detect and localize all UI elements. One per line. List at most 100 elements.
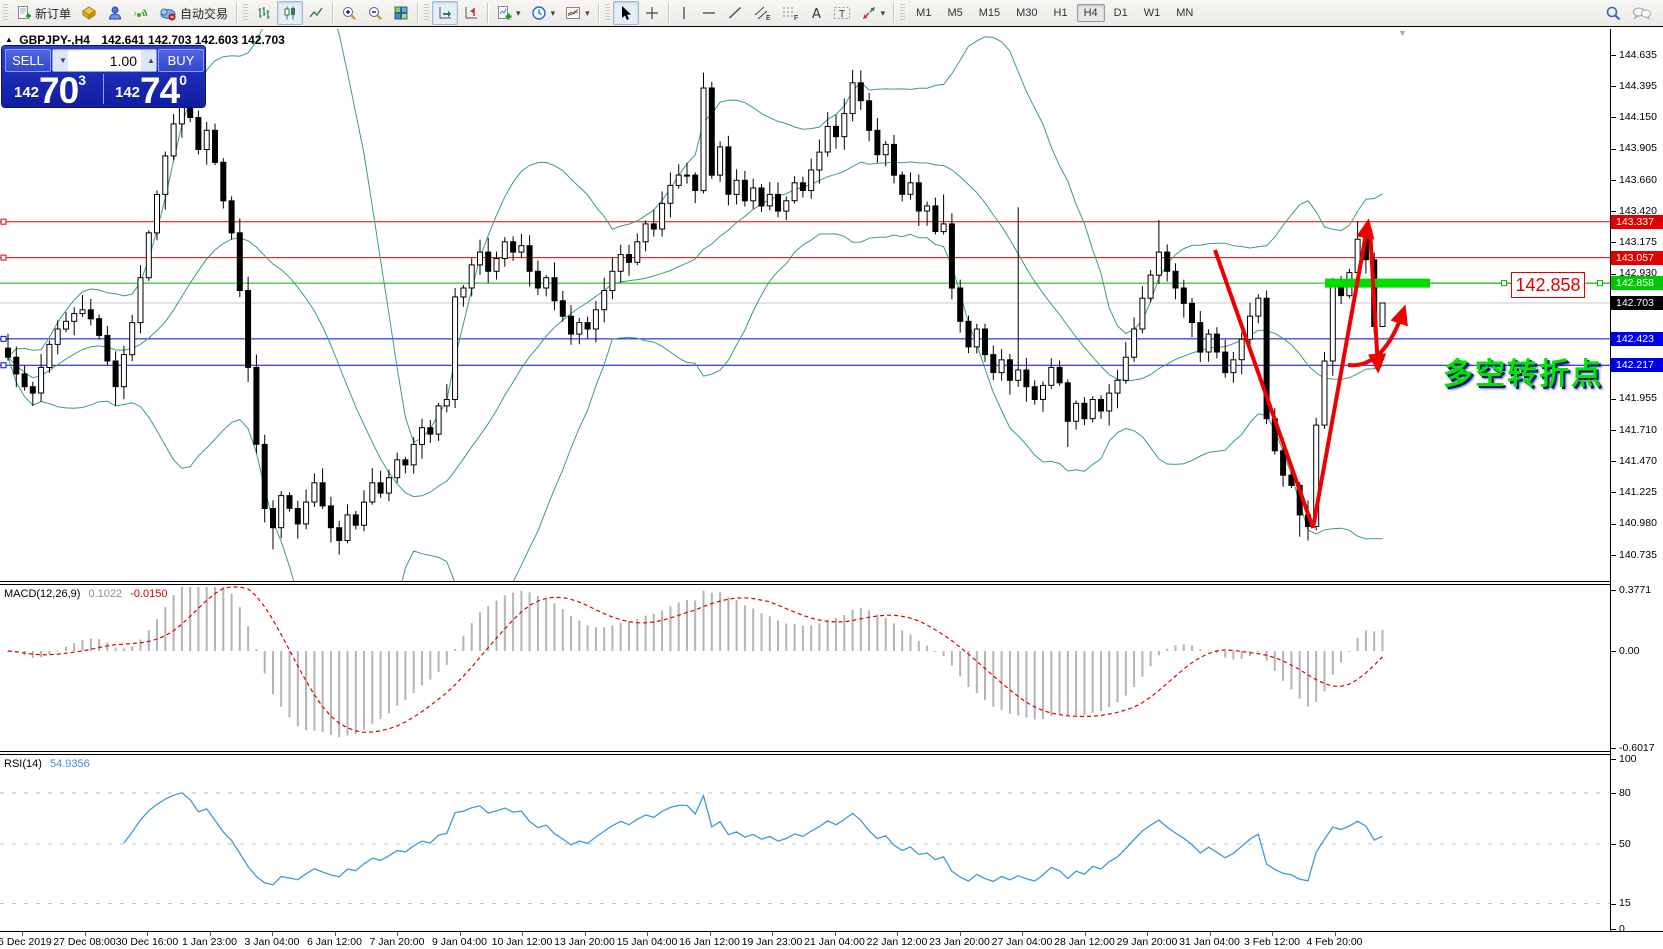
time-axis[interactable]: 26 Dec 201927 Dec 08:0030 Dec 16:001 Jan…	[0, 932, 1663, 949]
macd-histogram-bar	[1382, 630, 1384, 651]
trendline-button[interactable]	[722, 1, 748, 25]
line-handle[interactable]	[1502, 281, 1507, 286]
crosshair-button[interactable]	[639, 1, 665, 25]
rsi-name: RSI(14)	[4, 758, 42, 770]
sell-button[interactable]: SELL	[5, 49, 51, 72]
candle	[328, 506, 333, 528]
axis-tick-mark	[1611, 399, 1616, 400]
text-label-button[interactable]: T	[828, 1, 856, 25]
channel-button[interactable]: E	[748, 1, 776, 25]
main-price-panel[interactable]	[0, 29, 1610, 581]
candle	[1065, 383, 1070, 422]
macd-histogram-bar	[1092, 651, 1094, 713]
chart-candles-button[interactable]	[277, 1, 303, 25]
axis-tick-mark	[1611, 524, 1616, 525]
price-level-tag: 142.858	[1611, 276, 1663, 290]
zoom-in-icon	[341, 5, 357, 21]
buy-price[interactable]: 142740	[115, 70, 187, 112]
tile-windows-button[interactable]	[388, 1, 414, 25]
macd-histogram-bar	[404, 651, 406, 700]
candle	[113, 361, 118, 387]
new-order-icon	[16, 5, 32, 21]
candle	[527, 246, 532, 272]
annotation-text-cn[interactable]: 多空转折点	[1443, 349, 1603, 393]
volume-down-button[interactable]: ▼	[53, 50, 68, 71]
toolbar-grip[interactable]	[3, 4, 8, 22]
candle	[1107, 393, 1112, 411]
cursor-button[interactable]	[613, 1, 639, 25]
macd-histogram-bar	[703, 591, 705, 651]
candle	[1165, 252, 1170, 271]
trend-arrow[interactable]	[1215, 250, 1313, 528]
buy-button[interactable]: BUY	[158, 49, 204, 72]
volume-input[interactable]	[68, 50, 141, 71]
fibonacci-button[interactable]: F	[776, 1, 804, 25]
new-order-button[interactable]: 新订单	[11, 1, 76, 25]
sell-price[interactable]: 142703	[14, 70, 86, 112]
macd-panel[interactable]	[0, 585, 1610, 751]
volume-box: ▼ ▲	[52, 49, 157, 72]
macd-histogram-bar	[247, 626, 249, 651]
vline-button[interactable]	[672, 1, 696, 25]
templates-button[interactable]: ▾	[560, 1, 595, 25]
tf-d1-button[interactable]: D1	[1107, 4, 1135, 22]
macd-histogram-bar	[214, 587, 216, 651]
macd-histogram-bar	[164, 607, 166, 651]
autotrading-button[interactable]: 自动交易	[154, 1, 233, 25]
tf-m15-button[interactable]: M15	[972, 4, 1007, 22]
macd-histogram-bar	[976, 651, 978, 693]
periods-button[interactable]: ▾	[526, 1, 561, 25]
signals-button[interactable]	[128, 1, 154, 25]
macd-histogram-bar	[570, 616, 572, 651]
tf-h4-button[interactable]: H4	[1077, 4, 1105, 22]
rsi-panel[interactable]	[0, 755, 1610, 931]
line-handle[interactable]	[1, 363, 6, 368]
price-callout-box[interactable]: 142.858	[1511, 272, 1585, 298]
chart-shift-marker-icon[interactable]: ▼	[1398, 28, 1407, 38]
candle	[825, 126, 830, 152]
tf-w1-button[interactable]: W1	[1137, 4, 1168, 22]
chart-shift-button[interactable]	[458, 1, 484, 25]
candle	[72, 314, 77, 322]
arrows-button[interactable]: ▾	[856, 1, 891, 25]
candle	[237, 233, 242, 291]
price-axis[interactable]: 144.635144.395144.150143.905143.660143.4…	[1610, 29, 1663, 931]
chart-bars-button[interactable]	[251, 1, 277, 25]
search-button[interactable]	[1600, 1, 1627, 25]
macd-histogram-bar	[1307, 651, 1309, 707]
volume-up-button[interactable]: ▲	[141, 50, 156, 71]
chart-area[interactable]: 144.635144.395144.150143.905143.660143.4…	[0, 26, 1663, 949]
macd-histogram-bar	[231, 593, 233, 651]
macd-histogram-bar	[512, 593, 514, 651]
zoom-out-button[interactable]	[362, 1, 388, 25]
trend-arrow[interactable]	[1313, 223, 1368, 528]
indicators-button[interactable]: ▾	[491, 1, 526, 25]
tf-mn-button[interactable]: MN	[1169, 4, 1200, 22]
tf-m30-button[interactable]: M30	[1009, 4, 1044, 22]
community-button[interactable]	[1627, 1, 1657, 25]
macd-histogram-bar	[661, 610, 663, 651]
line-handle[interactable]	[1, 219, 6, 224]
market-button[interactable]	[102, 1, 128, 25]
axis-tick-mark	[1611, 651, 1616, 652]
hline-button[interactable]	[696, 1, 722, 25]
chart-line-button[interactable]	[303, 1, 329, 25]
arrows-icon	[861, 5, 877, 21]
zoom-in-button[interactable]	[336, 1, 362, 25]
line-handle[interactable]	[1, 336, 6, 341]
green-level-bar[interactable]	[1325, 279, 1430, 288]
line-handle[interactable]	[1, 255, 6, 260]
symbol-title: GBPJPY-,H4	[19, 33, 90, 47]
price-tick-label: 144.635	[1619, 49, 1657, 62]
text-button[interactable]: A	[804, 1, 828, 25]
tf-m1-button[interactable]: M1	[909, 4, 938, 22]
tf-m5-button[interactable]: M5	[940, 4, 969, 22]
line-handle[interactable]	[1598, 281, 1603, 286]
candle	[834, 126, 839, 136]
axis-tick-mark	[1611, 55, 1616, 56]
candle	[618, 255, 623, 272]
auto-scroll-button[interactable]	[432, 1, 458, 25]
metaeditor-button[interactable]	[76, 1, 102, 25]
macd-histogram-bar	[943, 651, 945, 656]
tf-h1-button[interactable]: H1	[1047, 4, 1075, 22]
